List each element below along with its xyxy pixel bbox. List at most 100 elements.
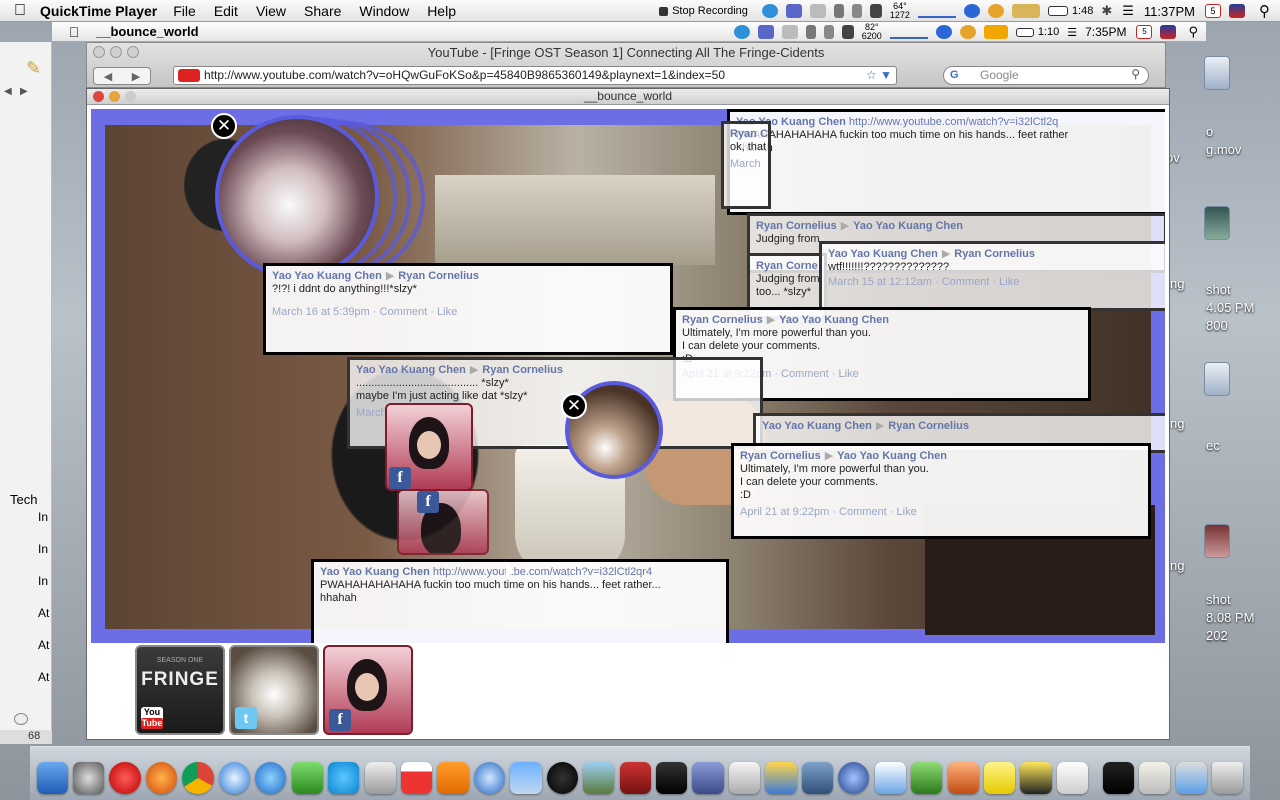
ical-icon[interactable] (400, 762, 433, 794)
trash-icon[interactable] (1212, 762, 1244, 794)
zoom-button[interactable] (125, 91, 136, 102)
quill-icon[interactable] (692, 762, 724, 794)
facebook-photo[interactable] (397, 489, 489, 555)
forward-icon[interactable]: ▶ (132, 70, 140, 83)
search-field[interactable]: G Google ⚲ (943, 66, 1149, 85)
opera-icon[interactable] (109, 762, 141, 794)
presentation-icon[interactable] (947, 762, 979, 794)
list-item[interactable]: At (38, 670, 49, 684)
cpu-pie-icon[interactable] (987, 4, 1004, 18)
comment-card[interactable]: Yao Yao Kuang Chen http://www.youtube.co… (727, 109, 1165, 215)
finder-icon[interactable] (36, 762, 68, 794)
desktop-label[interactable]: 202 (1206, 628, 1228, 643)
desktop-label[interactable]: shot (1206, 592, 1231, 607)
minimize-button[interactable] (109, 91, 120, 102)
firefox-icon[interactable] (145, 762, 178, 794)
clock-pie-icon[interactable] (963, 4, 980, 18)
cpu-pie-icon[interactable] (959, 25, 976, 39)
terminal-icon[interactable] (656, 762, 688, 794)
slider-knob[interactable] (14, 713, 28, 725)
downloads-stack-icon[interactable] (1175, 762, 1207, 794)
wifi-icon[interactable]: ☰ (1067, 26, 1077, 39)
inner-app-title[interactable]: __bounce_world (96, 24, 199, 39)
wifi-icon[interactable]: ☰ (1122, 3, 1134, 19)
list-item[interactable]: At (38, 638, 49, 652)
comment-card[interactable]: Ryan C ok, that March (721, 121, 771, 209)
leaf-icon[interactable] (869, 4, 882, 18)
desktop-label[interactable]: o (1206, 124, 1213, 139)
apple-menu-icon-inner[interactable]:  (52, 24, 96, 40)
postgres-elephant-icon[interactable] (801, 762, 834, 794)
desktop-label[interactable]: ng (1170, 558, 1184, 573)
search-icon[interactable]: ⚲ (1131, 67, 1140, 81)
list-item[interactable]: In (38, 510, 48, 524)
menu-view[interactable]: View (256, 3, 286, 19)
desktop-label[interactable]: ng (1170, 416, 1184, 431)
tool-icon[interactable] (765, 762, 797, 794)
stack-folder-icon[interactable] (1102, 762, 1134, 794)
battery-icon[interactable] (1047, 6, 1068, 16)
calendar-icon[interactable]: 5 (1136, 25, 1153, 39)
leaf-icon[interactable] (841, 25, 854, 39)
stop-recording-button[interactable]: Stop Recording (659, 5, 748, 17)
desktop-label[interactable]: 4.05 PM (1206, 300, 1254, 315)
quicktime-icon[interactable] (473, 762, 506, 794)
globe-icon[interactable] (733, 25, 750, 39)
desktop-label[interactable]: 800 (1206, 318, 1228, 333)
list-item[interactable]: In (38, 574, 48, 588)
grid-icon[interactable] (781, 25, 798, 39)
grid-icon[interactable] (809, 4, 826, 18)
phone-icon[interactable] (833, 4, 844, 18)
thumbnail-twitter[interactable]: t (229, 645, 319, 735)
document-icon[interactable] (1204, 362, 1230, 396)
back-icon[interactable]: ◀ (104, 70, 112, 83)
bookmark-rss-icon[interactable]: ☆ ▼ (866, 68, 892, 82)
memory-graph-icon[interactable] (1011, 4, 1040, 18)
bird-icon[interactable] (1020, 762, 1052, 794)
australia-flag-icon[interactable] (1160, 25, 1177, 39)
apple-menu-icon[interactable]:  (0, 2, 40, 20)
list-item[interactable]: In (38, 542, 48, 556)
menu-file[interactable]: File (173, 3, 196, 19)
textedit-icon[interactable] (728, 762, 761, 794)
network-globe-icon[interactable] (838, 762, 870, 794)
wrench-icon[interactable] (851, 4, 862, 18)
alarm-clock-icon[interactable] (785, 4, 802, 18)
australia-flag-icon[interactable] (1229, 4, 1245, 18)
wrench-icon[interactable] (823, 25, 834, 39)
clock[interactable]: 11:37PM (1144, 4, 1195, 19)
comment-card[interactable]: Ryan Cornelius ▶ Yao Yao Kuang Chen Ultima… (731, 443, 1151, 539)
stickies-icon[interactable] (983, 762, 1016, 794)
calendar-icon[interactable]: 5 (1205, 4, 1221, 18)
pencil-icon[interactable]: ✎ (26, 58, 41, 79)
desktop-label[interactable]: shot (1206, 282, 1231, 297)
desktop-label[interactable]: g.mov (1206, 142, 1241, 157)
safari-icon[interactable] (218, 762, 251, 794)
chart-icon[interactable] (874, 762, 906, 794)
notepad-icon[interactable] (1056, 762, 1089, 794)
documents-stack-icon[interactable] (1139, 762, 1171, 794)
globe-icon[interactable] (761, 4, 778, 18)
close-icon[interactable]: ✕ (211, 113, 237, 139)
bouncing-photo-circle[interactable] (215, 115, 379, 279)
comment-card[interactable]: Yao Yao Kuang Chen ▶ Ryan Cornelius wtf!!!… (819, 241, 1165, 311)
close-icon[interactable]: ✕ (561, 393, 587, 419)
menu-help[interactable]: Help (427, 3, 456, 19)
adium-icon[interactable] (291, 762, 323, 794)
battery-icon[interactable] (1015, 27, 1034, 37)
bounce-stage[interactable]: ✕ Yao Yao Kuang Chen http://www.youtube.… (91, 109, 1165, 643)
desktop-label[interactable]: ec (1206, 438, 1220, 453)
phone-icon[interactable] (805, 25, 816, 39)
itunes-icon[interactable] (255, 762, 287, 794)
back-forward-arrows[interactable]: ◀ ▶ (4, 86, 28, 97)
document-icon[interactable] (1204, 56, 1230, 90)
screenshot-icon[interactable] (1204, 524, 1230, 558)
thumbnail-youtube[interactable]: SEASON ONE FRINGE You Tube (135, 645, 225, 735)
memory-graph-icon[interactable] (983, 25, 1008, 39)
close-button[interactable] (93, 91, 104, 102)
back-forward-buttons[interactable]: ◀ ▶ (93, 67, 151, 85)
menu-share[interactable]: Share (304, 3, 341, 19)
desktop-label[interactable]: ng (1170, 276, 1184, 291)
vlc-icon[interactable] (437, 762, 469, 794)
address-bar[interactable]: http://www.youtube.com/watch?v=oHQwGuFoK… (173, 66, 897, 85)
